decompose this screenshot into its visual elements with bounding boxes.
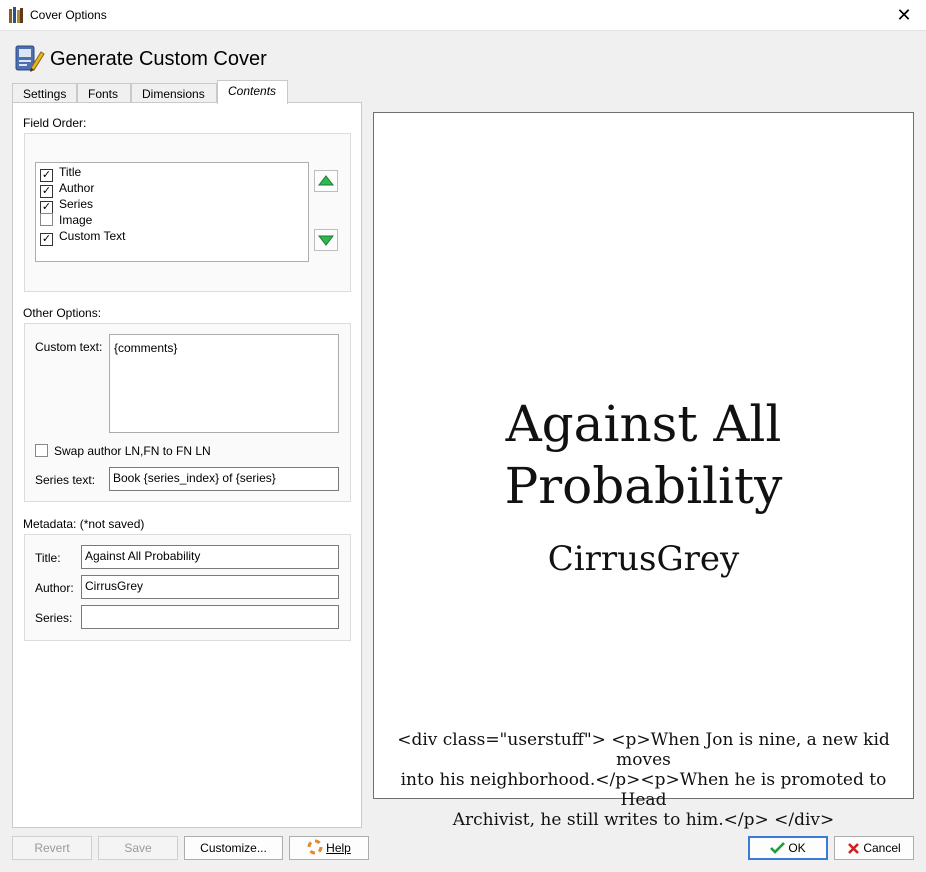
tab-fonts[interactable]: Fonts	[77, 83, 131, 104]
customize-button[interactable]: Customize...	[184, 836, 283, 860]
cancel-button[interactable]: Cancel	[834, 836, 914, 860]
ok-button[interactable]: OK	[748, 836, 828, 860]
arrow-down-icon	[318, 235, 334, 246]
checkbox-custom-text[interactable]: ✓	[40, 233, 53, 246]
list-item-label: Title	[59, 165, 82, 179]
ok-button-label: OK	[788, 841, 806, 855]
cover-preview: Against All Probability CirrusGrey <div …	[373, 112, 914, 830]
save-button[interactable]: Save	[98, 836, 178, 860]
cancel-x-icon	[848, 843, 860, 854]
swap-author-checkbox[interactable]	[35, 444, 48, 457]
list-item-author[interactable]: ✓ Author	[40, 180, 95, 198]
list-item-series[interactable]: ✓ Series	[40, 196, 94, 214]
checkbox-image[interactable]	[40, 213, 53, 226]
author-field[interactable]: CirrusGrey	[81, 575, 339, 599]
cover-custom-line: Archivist, he still writes to him.</p> <…	[452, 810, 835, 830]
custom-text-label: Custom text:	[35, 340, 103, 354]
custom-text-field[interactable]: {comments}	[109, 334, 339, 433]
list-item-label: Image	[59, 213, 93, 227]
page-title: Generate Custom Cover	[50, 48, 267, 70]
cover-generator-icon	[15, 45, 45, 72]
cover-custom-line: into his neighborhood.</p><p>When he is …	[400, 770, 887, 810]
cover-custom-line: <div class="userstuff"> <p>When Jon is n…	[397, 730, 890, 770]
author-label: Author:	[35, 581, 74, 595]
close-icon[interactable]: ✕	[882, 0, 926, 31]
window-title: Cover Options	[30, 8, 107, 22]
metadata-label: Metadata: (*not saved)	[23, 517, 145, 531]
title-field[interactable]: Against All Probability	[81, 545, 339, 569]
series-field[interactable]	[81, 605, 339, 629]
series-label: Series:	[35, 611, 73, 625]
lifebuoy-icon	[307, 839, 323, 855]
revert-button[interactable]: Revert	[12, 836, 92, 860]
tab-settings[interactable]: Settings	[12, 83, 77, 104]
series-text-field[interactable]: Book {series_index} of {series}	[109, 467, 339, 491]
field-order-label: Field Order:	[23, 116, 87, 130]
help-button-label: Help	[326, 841, 351, 855]
cancel-button-label: Cancel	[863, 841, 901, 855]
list-item-image[interactable]: Image	[40, 212, 92, 228]
swap-author-option[interactable]: Swap author LN,FN to FN LN	[35, 444, 211, 458]
list-item-label: Author	[59, 181, 95, 195]
help-button[interactable]: Help	[289, 836, 369, 860]
move-up-button[interactable]	[314, 170, 338, 192]
other-options-label: Other Options:	[23, 306, 102, 320]
list-item-title[interactable]: ✓ Title	[40, 164, 82, 182]
cover-title-line: Against All	[505, 395, 782, 453]
cover-custom-text: <div class="userstuff"> <p>When Jon is n…	[374, 730, 913, 830]
cover-title: Against All Probability	[374, 393, 913, 517]
field-order-list[interactable]: ✓ Title ✓ Author ✓ Series Image ✓ Custom Tex…	[35, 162, 309, 262]
swap-author-label: Swap author LN,FN to FN LN	[54, 444, 211, 458]
title-label: Title:	[35, 551, 61, 565]
list-item-label: Custom Text	[59, 229, 126, 243]
checkmark-icon	[770, 842, 786, 854]
tab-contents[interactable]: Contents	[217, 80, 288, 104]
arrow-up-icon	[318, 175, 334, 186]
title-bar: Cover Options ✕	[0, 0, 926, 31]
list-item-label: Series	[59, 197, 94, 211]
cover-author: CirrusGrey	[547, 539, 740, 579]
series-text-label: Series text:	[35, 473, 96, 487]
cover-title-line: Probability	[504, 457, 783, 515]
books-app-icon	[9, 7, 23, 23]
tab-dimensions[interactable]: Dimensions	[131, 83, 217, 104]
move-down-button[interactable]	[314, 229, 338, 251]
list-item-custom-text[interactable]: ✓ Custom Text	[40, 228, 126, 246]
